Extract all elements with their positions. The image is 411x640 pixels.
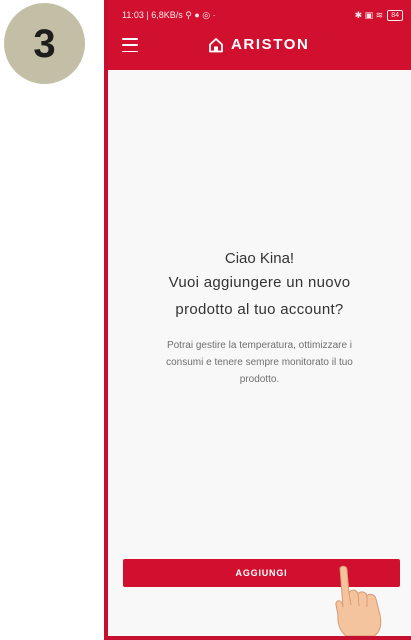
greeting-text: Ciao Kina! [224, 250, 295, 267]
question-line: prodotto al tuo account? [175, 301, 344, 318]
home-icon [209, 37, 223, 52]
battery-icon: 84 [387, 10, 403, 21]
question-text: Vuoi aggiungere un nuovo prodotto al tuo… [108, 269, 411, 323]
phone-screen: 11:03 | 6,8KB/s ⚲ ● ◎ · ✱ ▣ ≋ 84 ARISTON… [108, 0, 411, 636]
brand-logo: ARISTON [208, 36, 309, 53]
status-left-icons: ⚲ ● ◎ · [185, 10, 216, 20]
description-line: prodotto. [239, 374, 280, 385]
status-right-icons: ✱ ▣ ≋ [354, 10, 384, 20]
pointing-hand-icon [335, 565, 382, 636]
hamburger-menu-icon[interactable] [122, 38, 138, 52]
description-line: Potrai gestire la temperatura, ottimizza… [166, 340, 353, 351]
status-bar: 11:03 | 6,8KB/s ⚲ ● ◎ · ✱ ▣ ≋ 84 [108, 10, 411, 24]
question-line: Vuoi aggiungere un nuovo [168, 274, 351, 291]
description-text: Potrai gestire la temperatura, ottimizza… [135, 337, 385, 388]
step-number-badge: 3 [4, 3, 85, 84]
description-line: consumi e tenere sempre monitorato il tu… [166, 357, 353, 368]
brand-name: ARISTON [231, 36, 310, 53]
app-header: 11:03 | 6,8KB/s ⚲ ● ◎ · ✱ ▣ ≋ 84 ARISTON [108, 0, 411, 70]
welcome-content: Ciao Kina! Vuoi aggiungere un nuovo prod… [108, 250, 411, 388]
status-left: 11:03 | 6,8KB/s ⚲ ● ◎ · [122, 10, 216, 21]
status-time-info: 11:03 | 6,8KB/s [122, 10, 183, 20]
step-number: 3 [33, 21, 56, 66]
status-right: ✱ ▣ ≋ 84 [355, 10, 403, 21]
